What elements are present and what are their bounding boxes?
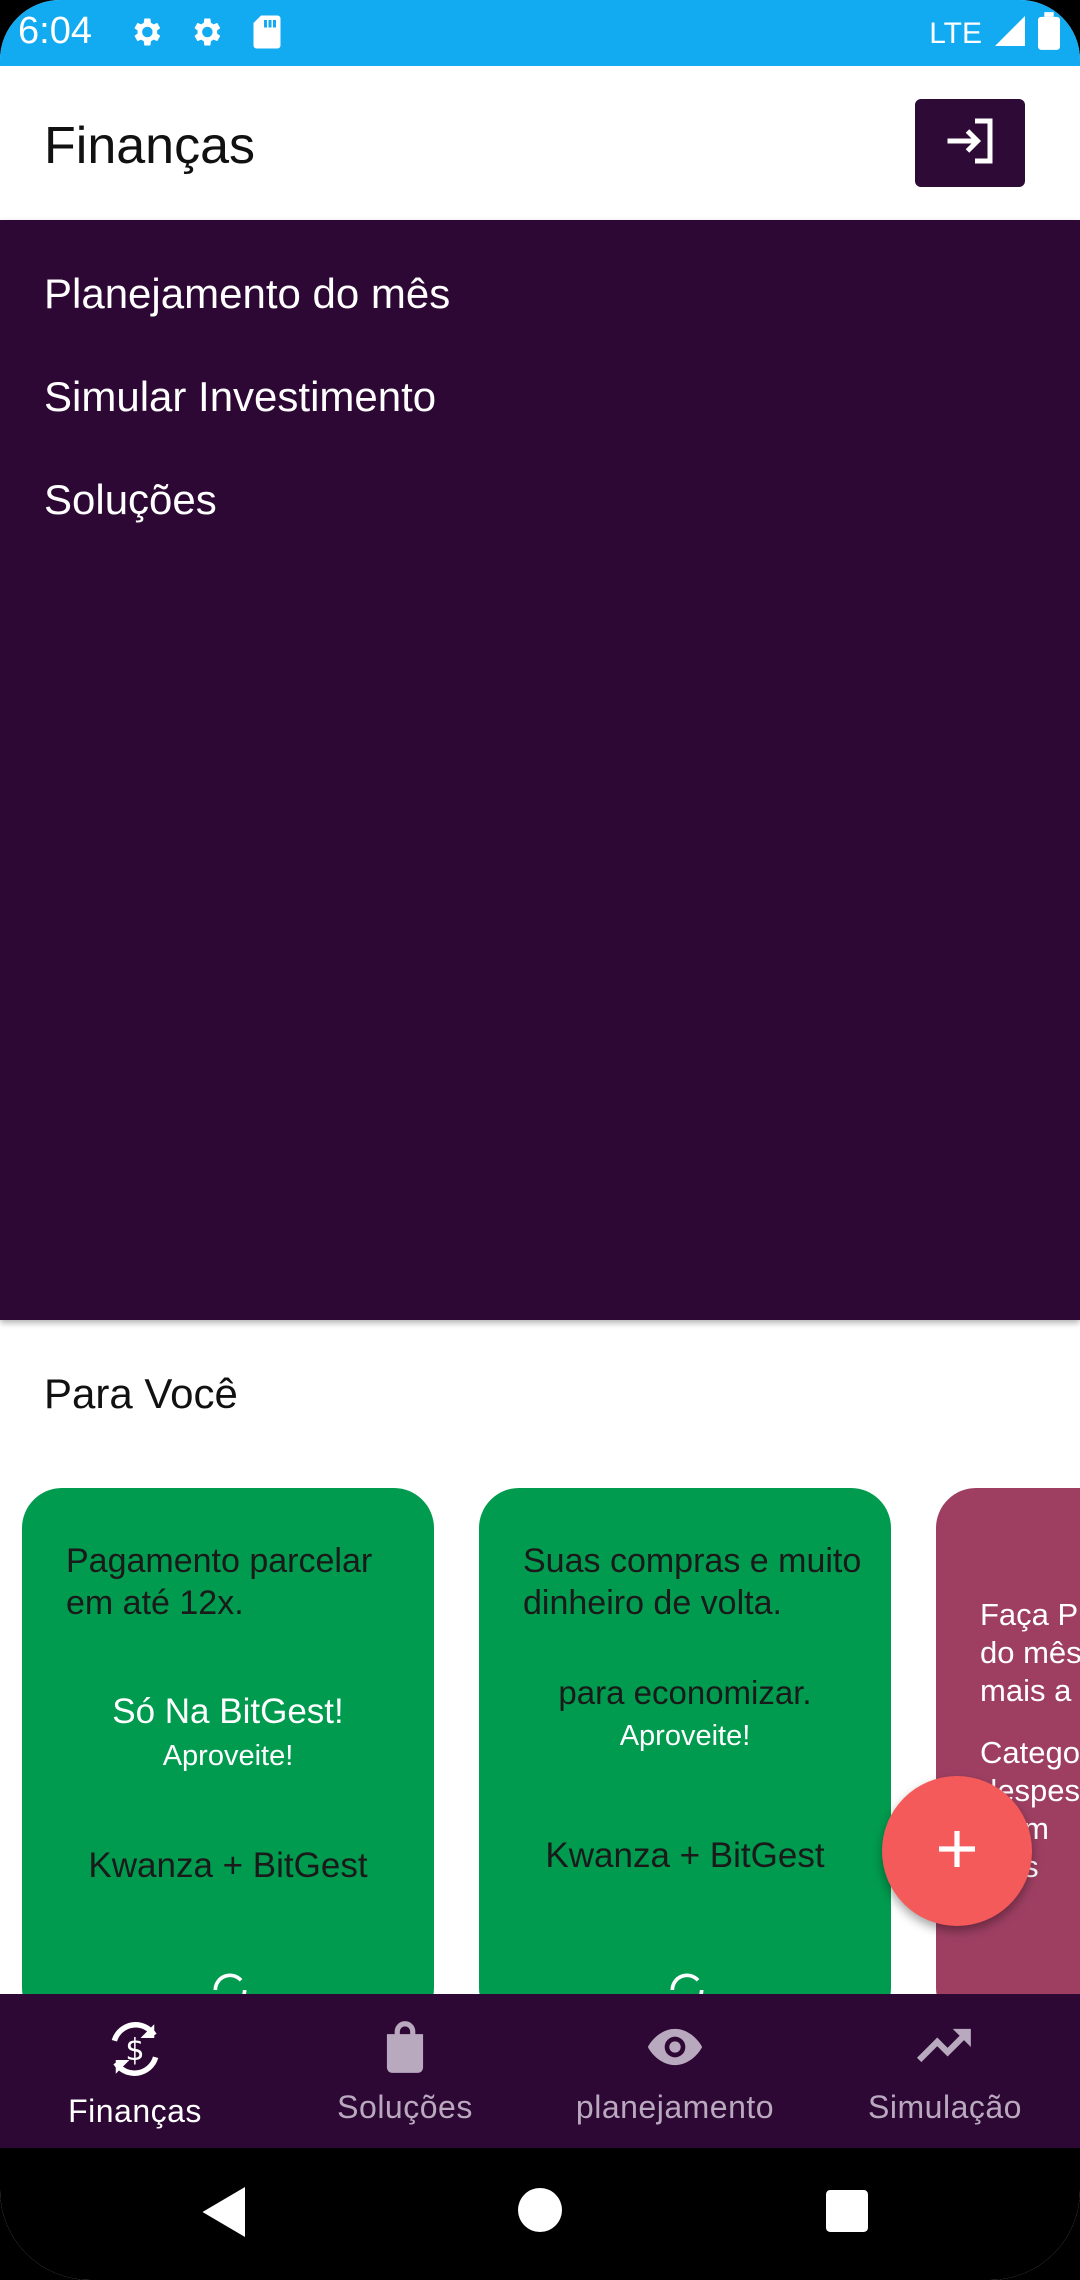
promo-card[interactable]: Suas compras e muito dinheiro de volta. … <box>479 1488 891 2028</box>
page-title: Finanças <box>44 117 255 175</box>
nav-label: Finanças <box>68 2093 202 2129</box>
menu-item-planejamento[interactable]: Planejamento do mês <box>44 270 450 318</box>
settings-icon <box>128 14 164 55</box>
trending-up-icon <box>912 2016 978 2083</box>
nav-item-financas[interactable]: $ Finanças <box>0 1994 270 2148</box>
battery-icon <box>1038 12 1060 55</box>
home-icon[interactable] <box>518 2188 562 2237</box>
network-type: LTE <box>929 16 982 50</box>
nav-label: planejamento <box>575 2089 775 2125</box>
nav-label: Soluções <box>337 2089 473 2125</box>
screen: 6:04 LTE Finanças Planejamento do mês Si… <box>0 0 1080 2280</box>
card-headline: para economizar. <box>558 1674 812 1711</box>
recents-icon[interactable] <box>826 2190 868 2237</box>
card-brand: Kwanza + BitGest <box>88 1846 368 1885</box>
promo-card[interactable]: Faça P do mês mais a Catego despes a em … <box>936 1488 1080 2028</box>
status-bar: 6:04 LTE <box>0 0 1080 66</box>
card-headline: Só Na BitGest! <box>112 1692 344 1731</box>
card-sub: Aproveite! <box>162 1740 294 1772</box>
nav-label: Simulação <box>868 2089 1022 2125</box>
card-text: Suas compras e muito dinheiro de volta. <box>523 1542 862 1622</box>
menu-item-simular-investimento[interactable]: Simular Investimento <box>44 373 436 421</box>
login-button[interactable] <box>915 99 1025 187</box>
status-right: LTE <box>929 12 1060 55</box>
plus-icon <box>933 1825 981 1878</box>
add-button[interactable] <box>882 1776 1032 1926</box>
bottom-nav: $ Finanças Soluções planejamento Simulaç… <box>0 1994 1080 2148</box>
promo-card[interactable]: Pagamento parcelar em até 12x. Só Na Bit… <box>22 1488 434 2028</box>
status-time: 6:04 <box>18 10 92 52</box>
system-nav-bar <box>0 2148 1080 2280</box>
login-icon <box>940 111 1000 176</box>
sd-card-icon <box>252 14 282 55</box>
back-icon[interactable] <box>200 2184 250 2245</box>
currency-exchange-icon: $ <box>102 2016 168 2087</box>
nav-item-solucoes[interactable]: Soluções <box>270 1994 540 2148</box>
settings-icon <box>188 14 224 55</box>
app-bar: Finanças <box>0 66 1080 220</box>
card-text: Faça P do mês mais a <box>980 1597 1080 1708</box>
signal-icon <box>992 13 1028 54</box>
eye-icon <box>642 2016 708 2083</box>
card-sub: Aproveite! <box>619 1720 751 1752</box>
card-text: Pagamento parcelar em até 12x. <box>66 1542 373 1622</box>
svg-text:$: $ <box>125 2033 144 2068</box>
shopping-bag-icon <box>374 2016 436 2083</box>
card-brand: Kwanza + BitGest <box>545 1836 825 1875</box>
section-title: Para Você <box>44 1370 238 1417</box>
menu-item-solucoes[interactable]: Soluções <box>44 476 217 524</box>
nav-item-simulacao[interactable]: Simulação <box>810 1994 1080 2148</box>
menu-panel: Planejamento do mês Simular Investimento… <box>0 220 1080 1320</box>
nav-item-planejamento[interactable]: planejamento <box>540 1994 810 2148</box>
